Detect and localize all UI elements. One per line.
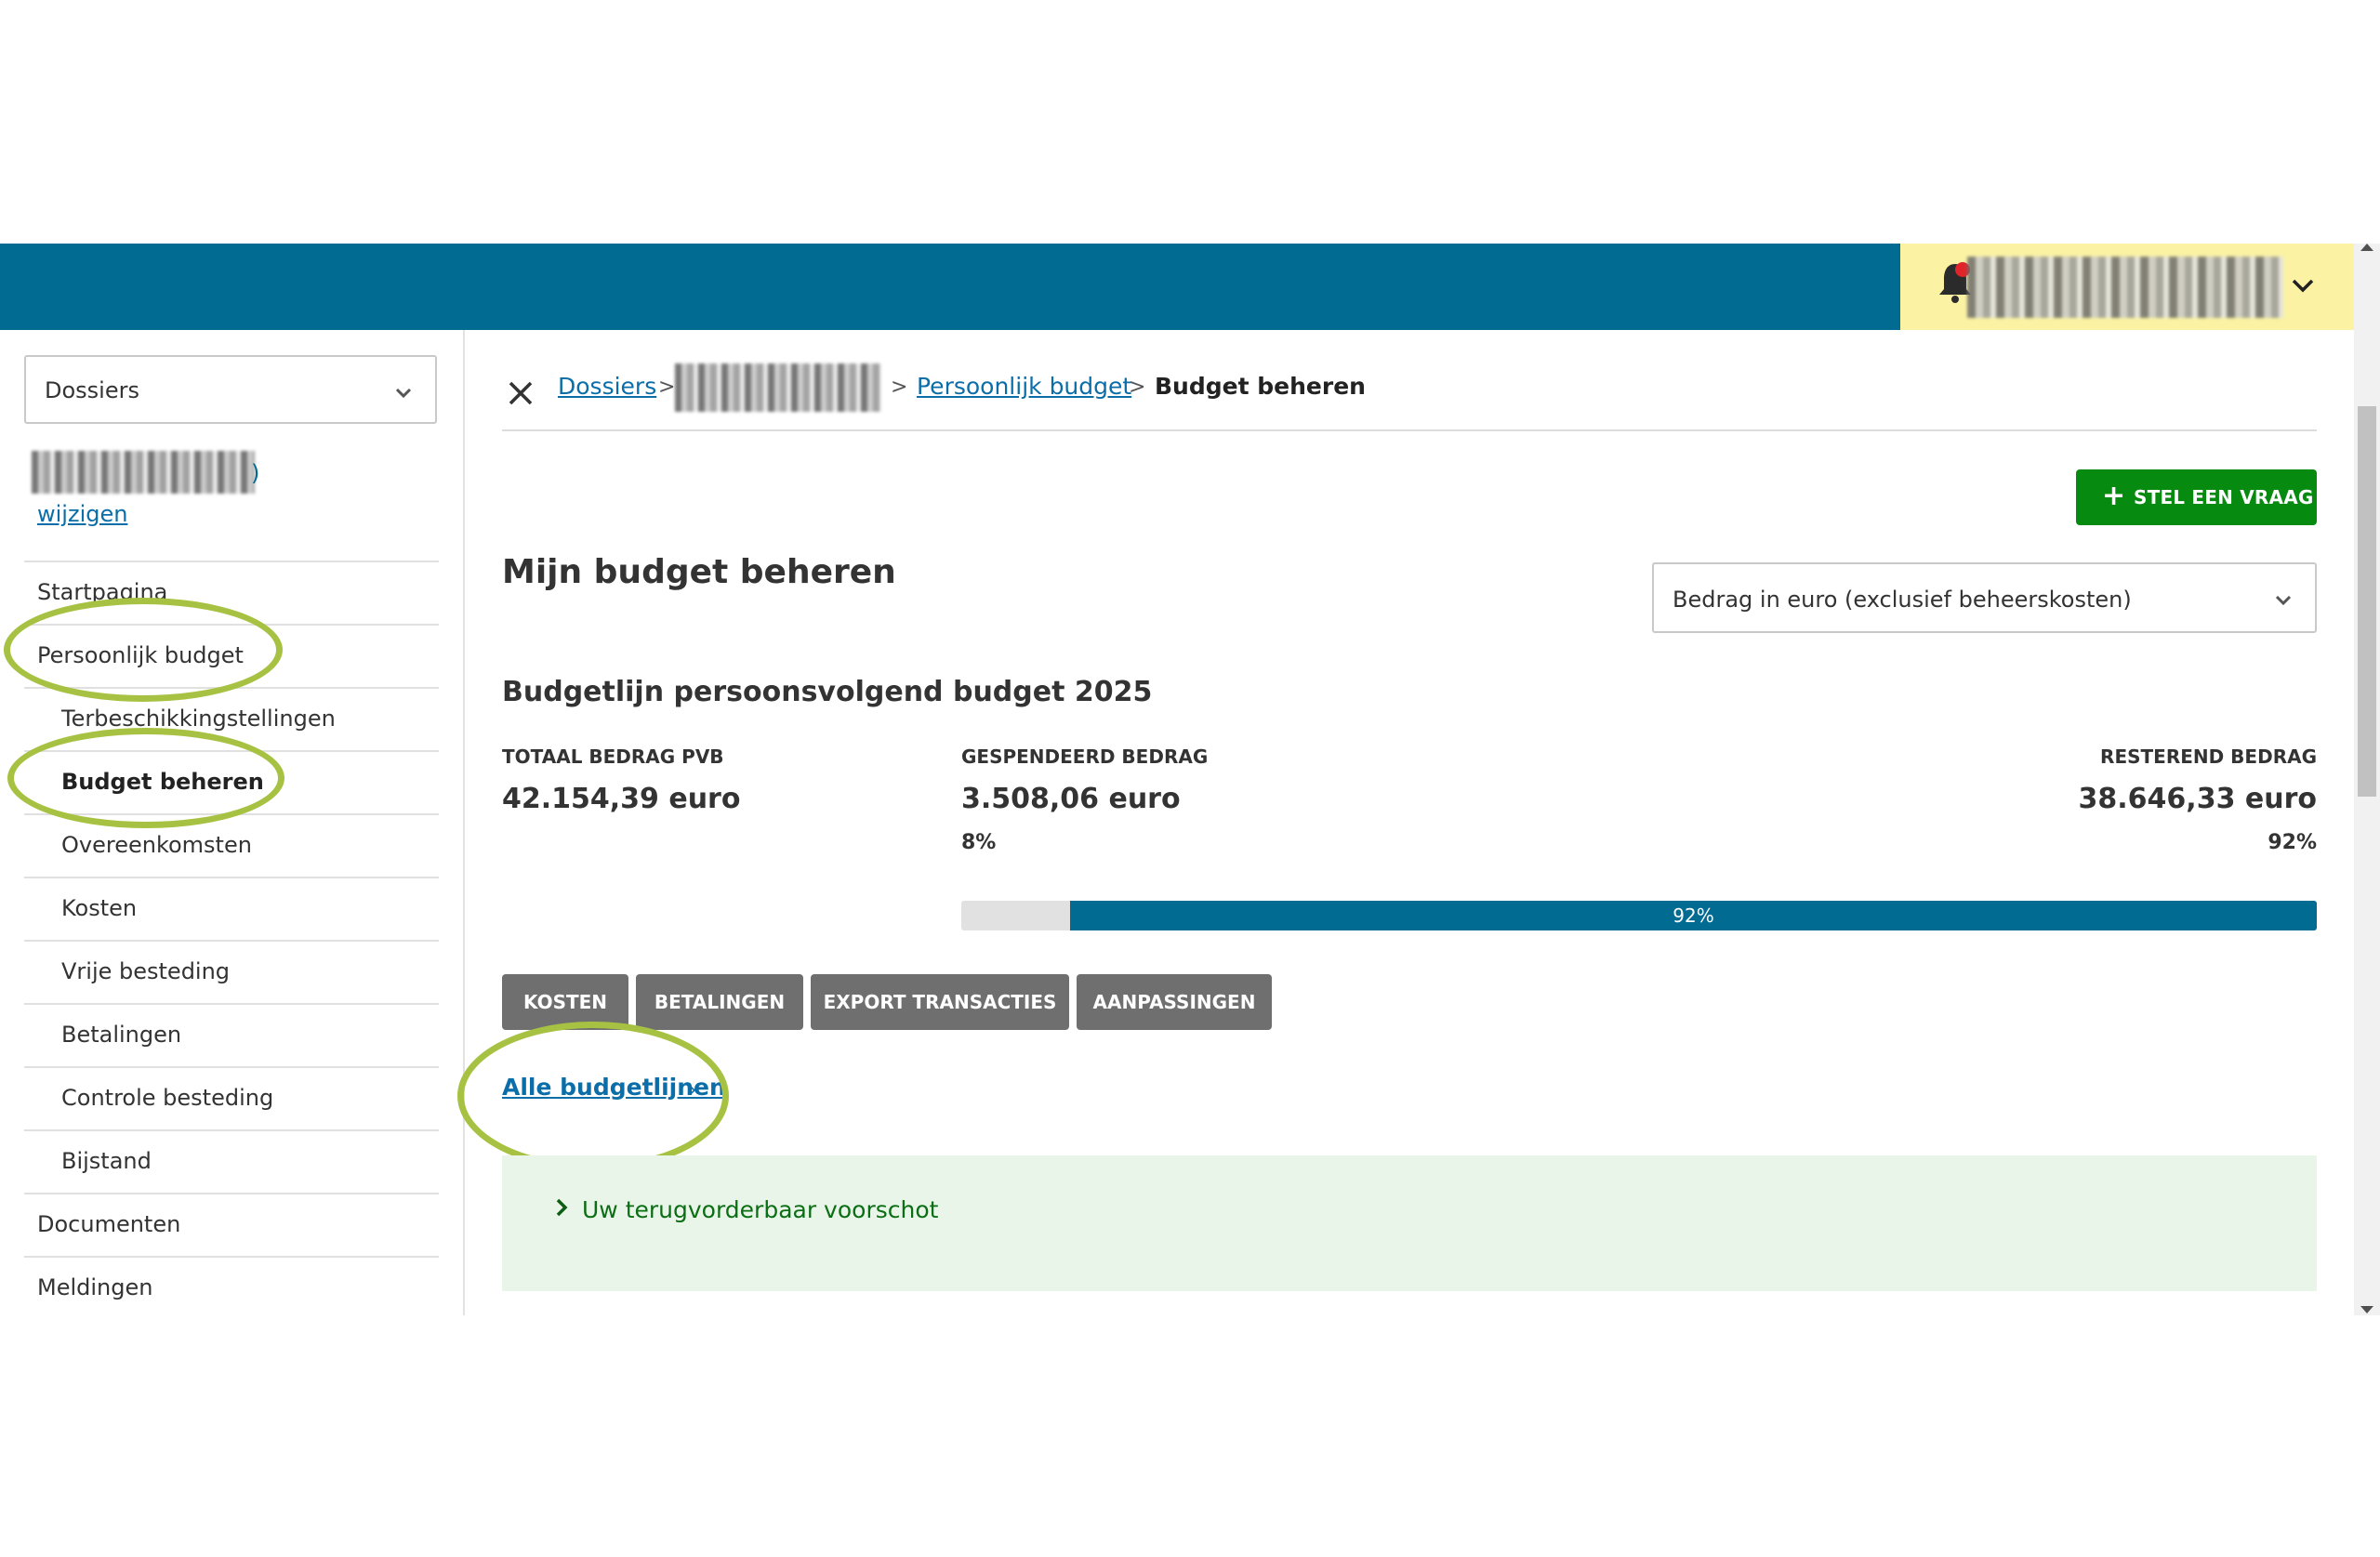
- sidebar-item-label: Controle besteding: [61, 1085, 274, 1111]
- budget-progress-bar: 92%: [961, 901, 2317, 930]
- sidebar-item-documenten[interactable]: Documenten: [24, 1193, 439, 1256]
- sidebar-item-label: Documenten: [37, 1211, 181, 1237]
- sidebar: Dossiers ) wijzigen Startpagina Persoonl…: [0, 330, 465, 1315]
- spent-amount-label: GESPENDEERD BEDRAG: [961, 746, 1209, 768]
- chevron-down-icon: [395, 388, 412, 399]
- divider: [502, 429, 2317, 431]
- budget-progress-fill: 92%: [1070, 901, 2317, 930]
- close-icon[interactable]: [506, 378, 536, 408]
- highlight-ring: [457, 1022, 729, 1170]
- page-title: Mijn budget beheren: [502, 553, 896, 591]
- sidebar-item-bijstand[interactable]: Bijstand: [24, 1129, 439, 1193]
- chevron-down-icon[interactable]: [2289, 271, 2317, 299]
- breadcrumb-separator: >: [1129, 376, 1146, 399]
- remaining-amount-label: RESTEREND BEDRAG: [2100, 746, 2317, 768]
- client-name-suffix: ): [251, 460, 260, 486]
- account-menu[interactable]: [1900, 244, 2354, 330]
- budget-line-title: Budgetlijn persoonsvolgend budget 2025: [502, 676, 1153, 708]
- tab-betalingen[interactable]: BETALINGEN: [636, 974, 803, 1030]
- ask-question-label: STEL EEN VRAAG: [2134, 486, 2314, 508]
- tab-export-transacties[interactable]: EXPORT TRANSACTIES: [811, 974, 1069, 1030]
- highlight-ring: [7, 728, 284, 828]
- user-name-redacted: [1967, 257, 2283, 318]
- sidebar-item-label: Betalingen: [61, 1022, 182, 1048]
- remaining-amount-value: 38.646,33 euro: [2078, 783, 2317, 815]
- budget-progress-label: 92%: [1673, 904, 1714, 927]
- spent-amount-value: 3.508,06 euro: [961, 783, 1181, 815]
- total-amount-label: TOTAAL BEDRAG PVB: [502, 746, 724, 768]
- main-content: Dossiers > > Persoonlijk budget > Budget…: [457, 330, 2317, 1315]
- sidebar-item-label: Kosten: [61, 895, 138, 921]
- change-client-link[interactable]: wijzigen: [37, 501, 127, 527]
- breadcrumb-client-redacted[interactable]: [675, 363, 881, 412]
- dossier-select[interactable]: Dossiers: [24, 355, 437, 424]
- client-name-redacted: [32, 451, 255, 494]
- sidebar-item-label: Vrije besteding: [61, 958, 231, 984]
- plus-icon: +: [2102, 480, 2126, 512]
- breadcrumb-dossiers[interactable]: Dossiers: [558, 373, 656, 400]
- scrollbar-thumb[interactable]: [2358, 406, 2376, 797]
- ask-question-button[interactable]: + STEL EEN VRAAG: [2076, 469, 2317, 525]
- sidebar-item-betalingen[interactable]: Betalingen: [24, 1003, 439, 1066]
- sidebar-item-label: Meldingen: [37, 1274, 153, 1300]
- sidebar-item-label: Overeenkomsten: [61, 832, 252, 858]
- breadcrumb-separator: >: [658, 376, 676, 399]
- chevron-down-icon: [2275, 595, 2292, 606]
- sidebar-item-vrije-besteding[interactable]: Vrije besteding: [24, 940, 439, 1003]
- app-window: Dossiers ) wijzigen Startpagina Persoonl…: [0, 244, 2380, 1315]
- sidebar-divider: [463, 330, 465, 1315]
- scroll-down-arrow-icon[interactable]: [2360, 1306, 2373, 1313]
- breadcrumb-separator: >: [891, 376, 908, 399]
- sidebar-item-label: Terbeschikkingstellingen: [61, 706, 336, 732]
- scroll-up-arrow-icon[interactable]: [2360, 244, 2373, 251]
- chevron-right-icon: [556, 1198, 568, 1217]
- sidebar-item-controle-besteding[interactable]: Controle besteding: [24, 1066, 439, 1129]
- amount-type-value: Bedrag in euro (exclusief beheerskosten): [1673, 587, 2132, 613]
- remaining-percent: 92%: [2268, 831, 2317, 854]
- spent-percent: 8%: [961, 831, 997, 854]
- dossier-select-value: Dossiers: [45, 377, 139, 403]
- amount-type-select[interactable]: Bedrag in euro (exclusief beheerskosten): [1652, 562, 2317, 633]
- total-amount-value: 42.154,39 euro: [502, 783, 741, 815]
- sidebar-item-kosten[interactable]: Kosten: [24, 877, 439, 940]
- breadcrumb-current: Budget beheren: [1155, 373, 1366, 400]
- highlight-ring: [4, 598, 283, 702]
- advance-panel-label: Uw terugvorderbaar voorschot: [582, 1196, 939, 1223]
- advance-panel[interactable]: Uw terugvorderbaar voorschot: [502, 1155, 2317, 1291]
- sidebar-item-meldingen[interactable]: Meldingen: [24, 1256, 439, 1315]
- tab-aanpassingen[interactable]: AANPASSINGEN: [1077, 974, 1272, 1030]
- sidebar-item-label: Bijstand: [61, 1148, 152, 1174]
- breadcrumb-persoonlijk-budget[interactable]: Persoonlijk budget: [917, 373, 1131, 400]
